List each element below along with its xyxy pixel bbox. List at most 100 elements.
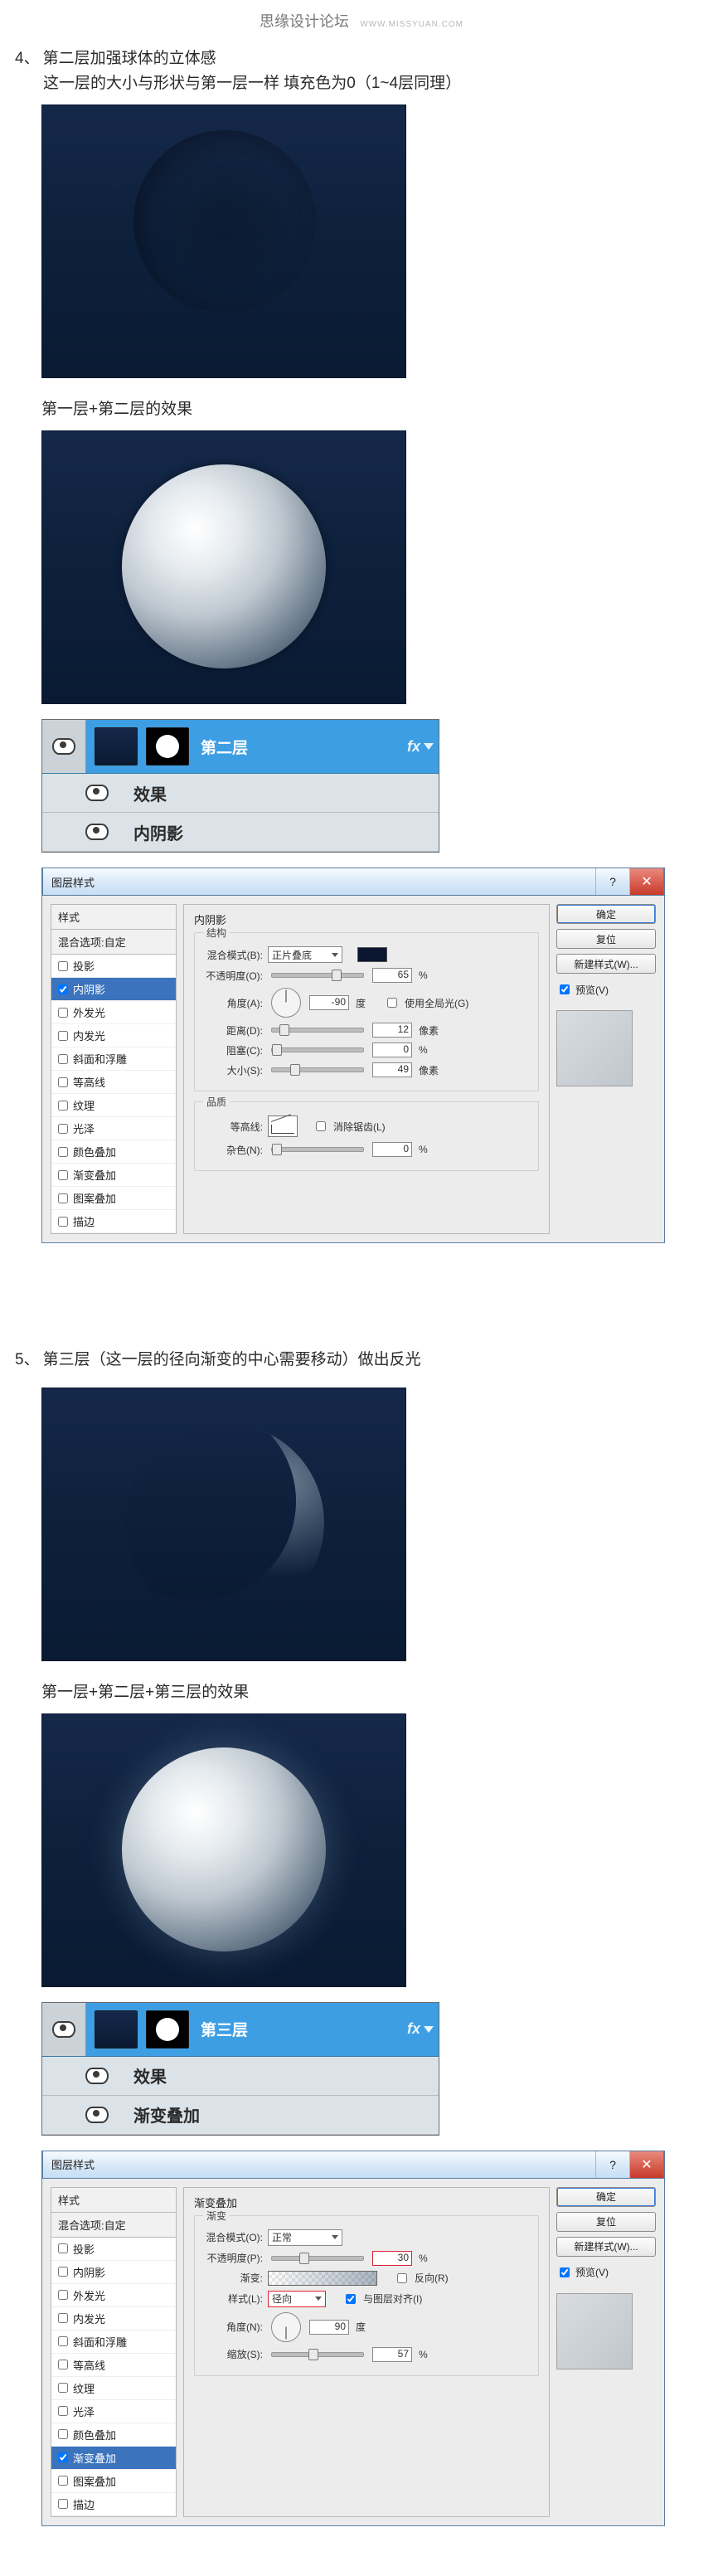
style-ck-color-overlay[interactable] [58,2429,68,2439]
window-help-button[interactable]: ? [595,2151,629,2178]
layer-fx-row-style[interactable]: 内阴影 [42,813,439,852]
angle-dial[interactable] [271,2312,301,2342]
layer-row-second[interactable]: 第二层 fx [42,720,439,774]
style-item-contour[interactable]: 等高线 [51,1071,176,1094]
style-ck-bevel[interactable] [58,1054,68,1064]
style-ck-outer-glow[interactable] [58,2290,68,2300]
slider-size[interactable] [271,1067,364,1072]
input-opacity[interactable]: 65 [372,968,412,983]
layer-fx-row-effect[interactable]: 效果 [42,2057,439,2096]
layer-thumb-mask[interactable] [146,2010,189,2049]
dialog-titlebar[interactable]: 图层样式 ? ✕ [42,868,664,896]
style-item-contour[interactable]: 等高线 [51,2354,176,2377]
style-item-drop-shadow[interactable]: 投影 [51,2238,176,2261]
ck-global-light[interactable] [387,998,397,1008]
input-opacity[interactable]: 30 [372,2251,412,2266]
fx-indicator[interactable]: fx [407,2020,434,2038]
style-item-stroke[interactable]: 描边 [51,2493,176,2516]
window-help-button[interactable]: ? [595,868,629,895]
layer-thumb-solid[interactable] [95,727,138,766]
style-ck-texture[interactable] [58,2383,68,2393]
input-size[interactable]: 49 [372,1062,412,1077]
ck-preview[interactable] [560,984,570,994]
visibility-eye-icon[interactable] [52,738,75,755]
style-item-drop-shadow[interactable]: 投影 [51,955,176,978]
select-style[interactable]: 径向 [268,2291,326,2307]
style-list-head-blend[interactable]: 混合选项:自定 [51,2213,176,2238]
ok-button[interactable]: 确定 [556,904,656,924]
visibility-eye-icon[interactable] [85,824,109,840]
style-ck-contour[interactable] [58,1077,68,1087]
style-ck-drop-shadow[interactable] [58,961,68,971]
style-item-stroke[interactable]: 描边 [51,1210,176,1233]
new-style-button[interactable]: 新建样式(W)... [556,954,656,974]
style-ck-satin[interactable] [58,2406,68,2416]
style-item-bevel[interactable]: 斜面和浮雕 [51,1047,176,1071]
visibility-eye-icon[interactable] [85,2068,109,2084]
style-list-head-styles[interactable]: 样式 [51,905,176,930]
style-item-color-overlay[interactable]: 颜色叠加 [51,2423,176,2447]
style-ck-inner-shadow[interactable] [58,2267,68,2277]
ok-button[interactable]: 确定 [556,2187,656,2207]
style-item-texture[interactable]: 纹理 [51,2377,176,2400]
style-ck-satin[interactable] [58,1124,68,1134]
ck-align-layer[interactable] [346,2294,356,2304]
ck-reverse[interactable] [397,2273,407,2283]
style-item-gradient-overlay[interactable]: 渐变叠加 [51,1164,176,1187]
input-distance[interactable]: 12 [372,1023,412,1038]
input-noise[interactable]: 0 [372,1142,412,1157]
new-style-button[interactable]: 新建样式(W)... [556,2237,656,2257]
style-item-satin[interactable]: 光泽 [51,2400,176,2423]
style-ck-bevel[interactable] [58,2336,68,2346]
visibility-eye-icon[interactable] [85,785,109,801]
slider-choke[interactable] [271,1047,364,1052]
style-ck-outer-glow[interactable] [58,1008,68,1018]
style-ck-inner-glow[interactable] [58,2313,68,2323]
style-list-head-blend[interactable]: 混合选项:自定 [51,930,176,955]
select-blend-mode[interactable]: 正片叠底 [268,946,342,963]
style-ck-inner-glow[interactable] [58,1031,68,1041]
style-item-gradient-overlay[interactable]: 渐变叠加 [51,2447,176,2470]
style-item-outer-glow[interactable]: 外发光 [51,2284,176,2307]
style-item-texture[interactable]: 纹理 [51,1094,176,1117]
style-item-bevel[interactable]: 斜面和浮雕 [51,2331,176,2354]
contour-picker[interactable] [268,1115,298,1137]
reset-button[interactable]: 复位 [556,929,656,949]
ck-preview[interactable] [560,2267,570,2277]
style-item-inner-glow[interactable]: 内发光 [51,1024,176,1047]
input-angle[interactable]: -90 [309,995,349,1010]
style-ck-gradient-overlay[interactable] [58,1170,68,1180]
slider-scale[interactable] [271,2352,364,2357]
style-ck-inner-shadow[interactable] [58,984,68,994]
window-close-button[interactable]: ✕ [629,868,663,895]
layer-thumb-solid[interactable] [95,2010,138,2049]
style-ck-pattern-overlay[interactable] [58,2476,68,2486]
layer-fx-row-effect[interactable]: 效果 [42,774,439,813]
layer-fx-row-style[interactable]: 渐变叠加 [42,2096,439,2135]
input-scale[interactable]: 57 [372,2347,412,2362]
style-ck-gradient-overlay[interactable] [58,2452,68,2462]
style-item-inner-glow[interactable]: 内发光 [51,2307,176,2331]
slider-opacity[interactable] [271,973,364,978]
ck-antialias[interactable] [316,1121,326,1131]
style-item-satin[interactable]: 光泽 [51,1117,176,1140]
style-item-pattern-overlay[interactable]: 图案叠加 [51,1187,176,1210]
color-swatch[interactable] [357,947,387,962]
style-ck-contour[interactable] [58,2360,68,2369]
dialog-titlebar[interactable]: 图层样式 ? ✕ [42,2151,664,2179]
visibility-eye-icon[interactable] [85,2107,109,2123]
fx-indicator[interactable]: fx [407,738,434,756]
slider-noise[interactable] [271,1147,364,1152]
visibility-eye-icon[interactable] [52,2021,75,2038]
style-ck-color-overlay[interactable] [58,1147,68,1157]
input-angle[interactable]: 90 [309,2320,349,2335]
style-item-color-overlay[interactable]: 颜色叠加 [51,1140,176,1164]
style-ck-drop-shadow[interactable] [58,2243,68,2253]
style-item-outer-glow[interactable]: 外发光 [51,1001,176,1024]
style-ck-stroke[interactable] [58,1217,68,1227]
input-choke[interactable]: 0 [372,1043,412,1057]
style-list-head-styles[interactable]: 样式 [51,2188,176,2213]
window-close-button[interactable]: ✕ [629,2151,663,2178]
style-item-inner-shadow[interactable]: 内阴影 [51,2261,176,2284]
select-blend-mode[interactable]: 正常 [268,2229,342,2246]
